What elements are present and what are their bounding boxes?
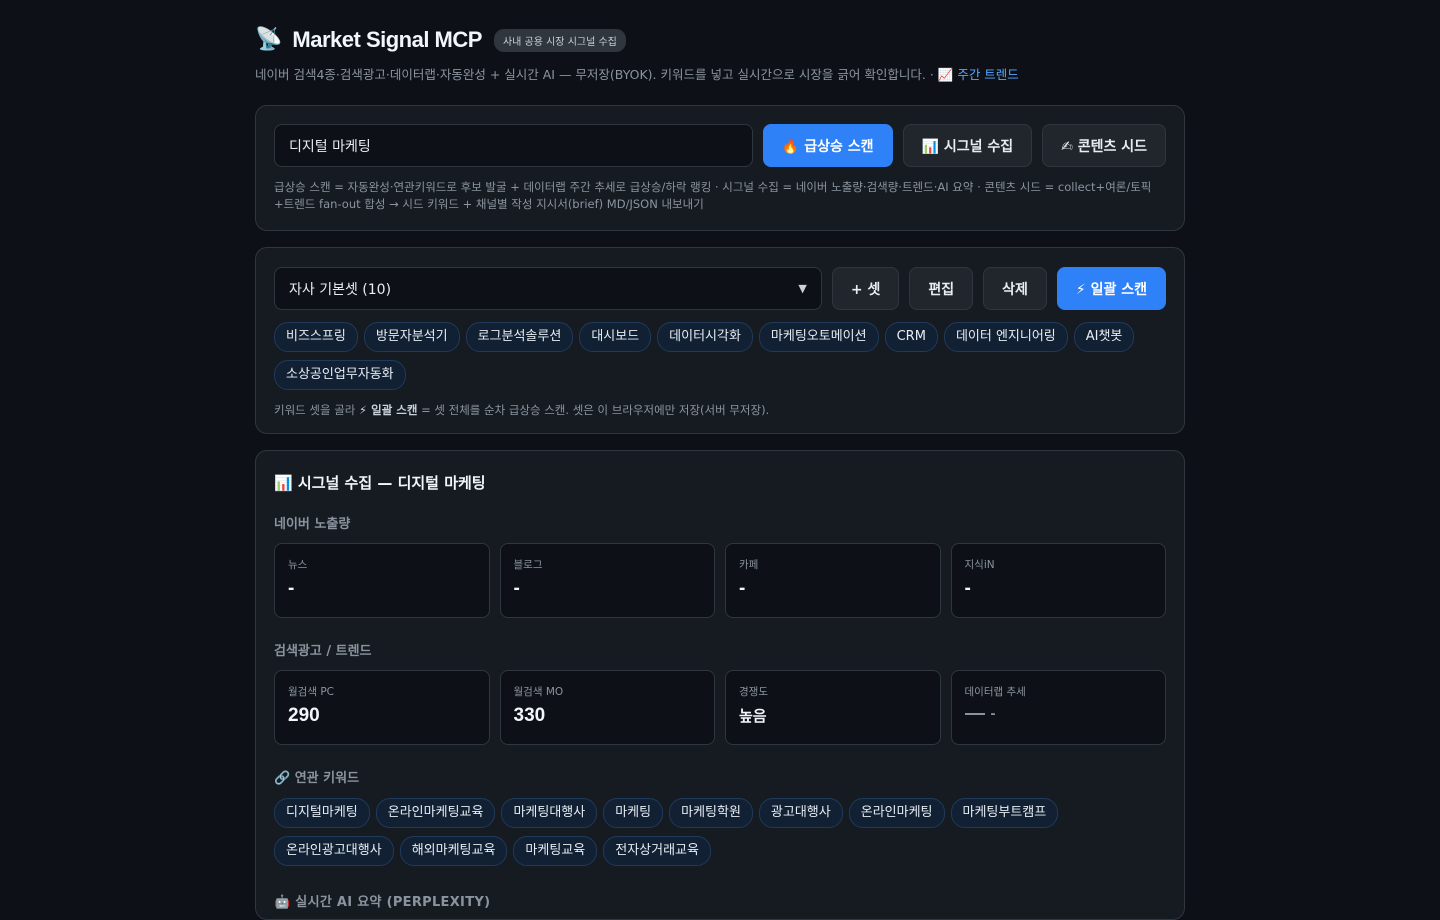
exposure-stat-card: 블로그 - (499, 543, 715, 618)
content-seed-button[interactable]: ✍ 콘텐츠 시드 (1042, 124, 1166, 167)
related-keyword-chip[interactable]: 전자상거래교육 (603, 836, 711, 866)
related-keyword-chip[interactable]: 온라인마케팅교육 (375, 798, 496, 828)
keyword-input[interactable] (274, 124, 753, 167)
stat-label: 카페 (739, 559, 759, 571)
subtitle: 네이버 검색4종·검색광고·데이터랩·자동완성 + 실시간 AI — 무저장(B… (255, 64, 1185, 83)
related-keyword-chip[interactable]: 온라인광고대행사 (274, 836, 394, 866)
signal-collect-button[interactable]: 📊 시그널 수집 (902, 124, 1033, 167)
signal-panel: 📊 시그널 수집 — 디지털 마케팅 네이버 노출량 뉴스 - 블로그 - 카페 - 지식i… (255, 450, 1185, 920)
related-keyword-chip[interactable]: 마케팅학원 (669, 798, 753, 828)
stat-label: 경쟁도 (739, 686, 768, 698)
stat-label: 월검색 MO (513, 686, 564, 698)
ai-summary-heading: 🤖 실시간 AI 요약 (PERPLEXITY) (274, 895, 491, 910)
set-keyword-chip[interactable]: 방문자분석기 (363, 322, 460, 352)
set-select-value: 자사 기본셋 (10) (289, 281, 392, 298)
stat-value: - (964, 578, 971, 599)
stat-card-trend: 데이터랩 추세 - (950, 670, 1166, 745)
related-keyword-chip[interactable]: 마케팅부트캠프 (950, 798, 1059, 828)
stat-value: - (288, 578, 295, 599)
weekly-trend-link[interactable]: 📈 주간 트렌드 (938, 67, 1019, 82)
set-select[interactable]: 자사 기본셋 (10) ▼ (274, 267, 822, 310)
related-keyword-chip[interactable]: 광고대행사 (758, 798, 843, 828)
set-keyword-chip[interactable]: 비즈스프링 (274, 322, 358, 352)
related-keyword-chip[interactable]: 디지털마케팅 (274, 798, 370, 828)
stat-label: 월검색 PC (288, 686, 334, 698)
exposure-stat-card: 카페 - (725, 543, 941, 618)
stat-value: - (990, 705, 996, 722)
stat-value: 330 (513, 705, 546, 726)
set-row: 자사 기본셋 (10) ▼ + 셋 편집 삭제 ⚡ 일괄 스캔 (274, 267, 1166, 310)
ads-heading: 검색광고 / 트렌드 (274, 644, 372, 659)
set-keyword-chip[interactable]: 데이터시각화 (657, 322, 753, 352)
subtitle-text: 네이버 검색4종·검색광고·데이터랩·자동완성 + 실시간 AI — 무저장(B… (255, 67, 938, 82)
stat-label: 데이터랩 추세 (964, 686, 1026, 698)
app-badge: 사내 공용 시장 시그널 수집 (493, 28, 626, 52)
stat-value: - (739, 578, 746, 599)
stat-label: 뉴스 (288, 559, 308, 571)
add-set-button[interactable]: + 셋 (831, 267, 900, 310)
keyword-panel: 🔥 급상승 스캔 📊 시그널 수집 ✍ 콘텐츠 시드 급상승 스캔 = 자동완성… (255, 105, 1185, 231)
title-row: 📡 Market Signal MCP 사내 공용 시장 시그널 수집 (255, 26, 1185, 54)
surge-scan-button[interactable]: 🔥 급상승 스캔 (762, 124, 893, 167)
stat-card-competition: 경쟁도 높음 (725, 670, 941, 745)
related-keyword-chip[interactable]: 마케팅 (603, 798, 664, 828)
set-help-text: 키워드 셋을 골라 ⚡ 일괄 스캔 = 셋 전체를 순차 급상승 스캔. 셋은 … (274, 402, 1166, 419)
set-keyword-chips: 비즈스프링 방문자분석기 로그분석솔루션 대시보드 데이터시각화 마케팅오토메이션 CRM 데… (274, 322, 1166, 390)
set-keyword-chip[interactable]: 마케팅오토메이션 (758, 322, 879, 352)
related-heading: 🔗 연관 키워드 (274, 771, 360, 786)
keyword-set-panel: 자사 기본셋 (10) ▼ + 셋 편집 삭제 ⚡ 일괄 스캔 비즈스프링 방문자… (255, 247, 1185, 434)
batch-scan-button[interactable]: ⚡ 일괄 스캔 (1056, 267, 1166, 310)
related-keyword-chips: 디지털마케팅 온라인마케팅교육 마케팅대행사 마케팅 마케팅학원 광고대행사 온라인마케팅 마… (274, 798, 1166, 866)
set-help-prefix: 키워드 셋을 골라 (274, 403, 360, 417)
related-keyword-chip[interactable]: 해외마케팅교육 (399, 836, 508, 866)
exposure-heading: 네이버 노출량 (274, 517, 351, 532)
set-keyword-chip[interactable]: AI챗봇 (1073, 322, 1135, 352)
exposure-stat-card: 지식iN - (950, 543, 1166, 618)
related-keyword-chip[interactable]: 마케팅대행사 (501, 798, 598, 828)
set-help-bold: ⚡ 일괄 스캔 (359, 403, 418, 417)
set-keyword-chip[interactable]: CRM (884, 322, 938, 352)
related-keyword-chip[interactable]: 마케팅교육 (513, 836, 598, 866)
chevron-down-icon: ▼ (798, 282, 807, 295)
app-root: 📡 Market Signal MCP 사내 공용 시장 시그널 수집 네이버 … (255, 0, 1185, 920)
keyword-help-text: 급상승 스캔 = 자동완성·연관키워드로 후보 발굴 + 데이터랩 주간 추세로… (274, 180, 1152, 211)
set-keyword-chip[interactable]: 데이터 엔지니어링 (943, 322, 1068, 352)
stat-value: - (513, 578, 520, 599)
stat-label: 블로그 (513, 559, 543, 571)
stat-card-mo: 월검색 MO 330 (499, 670, 715, 745)
edit-set-button[interactable]: 편집 (909, 267, 974, 310)
header: 📡 Market Signal MCP 사내 공용 시장 시그널 수집 네이버 … (255, 0, 1185, 83)
ads-stats: 월검색 PC 290 월검색 MO 330 경쟁도 높음 데이터랩 추세 - (274, 670, 1166, 745)
exposure-stat-card: 뉴스 - (274, 543, 490, 618)
signal-title: 📊 시그널 수집 — 디지털 마케팅 (274, 474, 486, 492)
stat-label: 지식iN (964, 559, 995, 571)
stat-card-pc: 월검색 PC 290 (274, 670, 490, 745)
set-keyword-chip[interactable]: 로그분석솔루션 (465, 322, 574, 352)
app-title: Market Signal MCP (292, 27, 482, 52)
delete-set-button[interactable]: 삭제 (983, 267, 1047, 310)
stat-value: 290 (288, 705, 320, 726)
related-keyword-chip[interactable]: 온라인마케팅 (848, 798, 945, 828)
flat-trend-icon (964, 713, 985, 716)
keyword-row: 🔥 급상승 스캔 📊 시그널 수집 ✍ 콘텐츠 시드 (274, 124, 1166, 167)
exposure-stats: 뉴스 - 블로그 - 카페 - 지식iN - (274, 543, 1166, 618)
set-help-suffix: = 셋 전체를 순차 급상승 스캔. 셋은 이 브라우저에만 저장(서버 무저장… (417, 403, 770, 417)
satellite-icon: 📡 (255, 27, 283, 52)
trend-value-row: - (964, 705, 1153, 722)
set-keyword-chip[interactable]: 대시보드 (579, 322, 652, 352)
set-keyword-chip[interactable]: 소상공인업무자동화 (274, 360, 406, 390)
stat-value: 높음 (739, 708, 767, 725)
